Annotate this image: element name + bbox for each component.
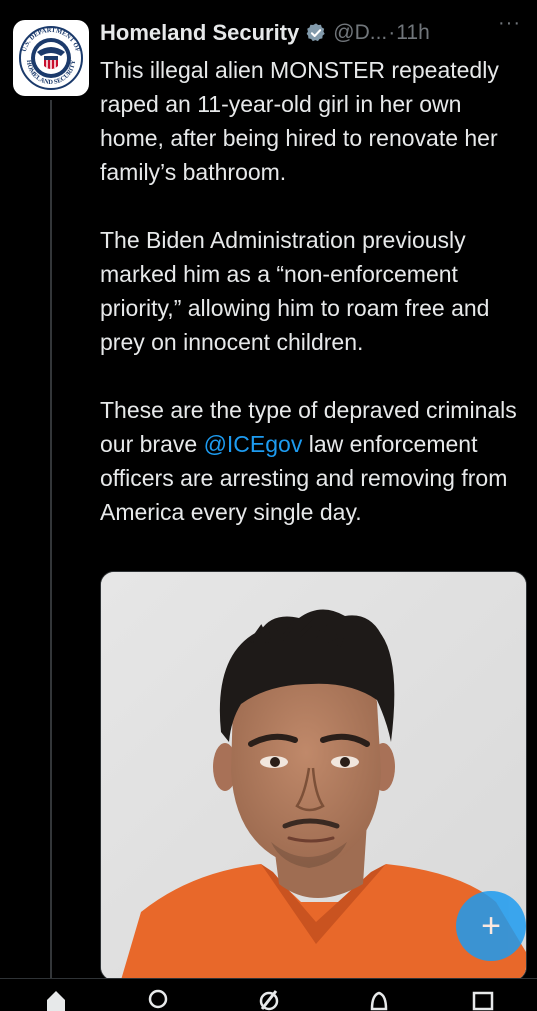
tweet-timestamp[interactable]: 11h: [396, 21, 429, 45]
separator-dot: ·: [388, 21, 396, 44]
plus-icon: +: [481, 907, 501, 945]
messages-icon[interactable]: [472, 989, 494, 1011]
author-name[interactable]: Homeland Security: [100, 20, 299, 46]
bottom-nav-bar: [0, 978, 537, 1011]
tweet-text: This illegal alien MONSTER repeatedly ra…: [100, 53, 530, 529]
tweet-paragraph-3: These are the type of depraved criminals…: [100, 393, 530, 529]
notifications-icon[interactable]: [368, 989, 390, 1011]
search-icon[interactable]: [148, 989, 170, 1011]
author-avatar[interactable]: U.S. DEPARTMENT OF HOMELAND SECURITY: [13, 20, 89, 96]
author-handle[interactable]: @D...: [333, 21, 387, 45]
home-icon[interactable]: [45, 989, 67, 1011]
tweet-header: Homeland Security @D... · 11h: [100, 16, 537, 50]
tweet-paragraph-1: This illegal alien MONSTER repeatedly ra…: [100, 57, 499, 185]
more-options-button[interactable]: ···: [498, 12, 521, 35]
grok-icon[interactable]: [258, 989, 280, 1011]
dhs-seal-icon: U.S. DEPARTMENT OF HOMELAND SECURITY: [19, 26, 83, 90]
compose-fab-button[interactable]: +: [456, 891, 526, 961]
mention-link-icegov[interactable]: @ICEgov: [204, 431, 303, 457]
tweet-paragraph-2: The Biden Administration previously mark…: [100, 227, 490, 355]
thread-line: [50, 100, 52, 1000]
verified-badge-icon: [306, 23, 325, 42]
